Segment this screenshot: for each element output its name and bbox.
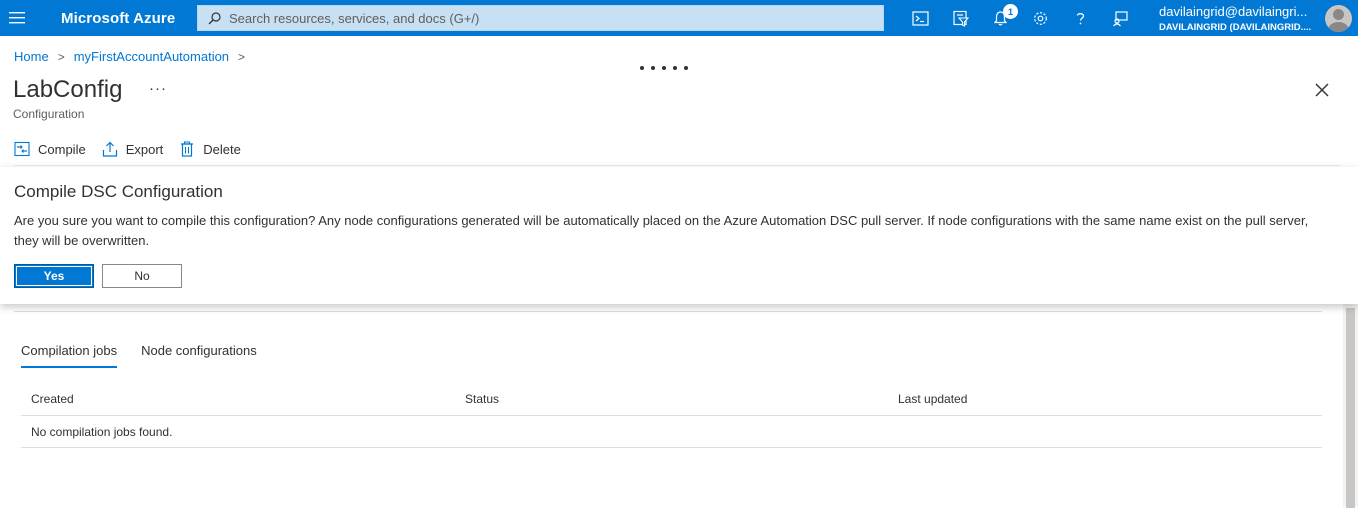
delete-button-label: Delete bbox=[203, 141, 241, 157]
command-bar: Compile Export Delete bbox=[14, 138, 257, 160]
table-header: Created Status Last updated bbox=[21, 390, 1322, 416]
notifications-icon[interactable]: 1 bbox=[980, 0, 1020, 36]
scrollbar-thumb[interactable] bbox=[1346, 308, 1355, 508]
avatar[interactable] bbox=[1325, 5, 1352, 32]
page-subtitle: Configuration bbox=[13, 107, 85, 121]
trash-icon bbox=[181, 141, 194, 157]
settings-icon[interactable] bbox=[1020, 0, 1060, 36]
feedback-icon[interactable] bbox=[1100, 0, 1140, 36]
search-icon bbox=[208, 11, 221, 24]
tab-node-configurations[interactable]: Node configurations bbox=[141, 343, 257, 368]
top-navigation-bar: Microsoft Azure 1 davilaingrid@davilaing… bbox=[0, 0, 1358, 36]
yes-button[interactable]: Yes bbox=[14, 264, 94, 288]
account-menu[interactable]: davilaingrid@davilaingri... DAVILAINGRID… bbox=[1159, 4, 1311, 35]
command-bar-divider bbox=[14, 165, 1340, 166]
compile-button-label: Compile bbox=[38, 141, 86, 157]
tab-list: Compilation jobs Node configurations bbox=[21, 343, 281, 368]
search-input[interactable] bbox=[229, 10, 849, 26]
account-tenant: DAVILAINGRID (DAVILAINGRID.... bbox=[1159, 22, 1312, 33]
column-header-status[interactable]: Status bbox=[465, 392, 499, 406]
no-button[interactable]: No bbox=[102, 264, 182, 288]
breadcrumb: Home > myFirstAccountAutomation > bbox=[14, 49, 254, 64]
delete-button[interactable]: Delete bbox=[179, 141, 241, 157]
section-divider bbox=[14, 311, 1322, 312]
help-icon[interactable] bbox=[1060, 0, 1100, 36]
chevron-right-icon: > bbox=[238, 49, 246, 64]
empty-table-message: No compilation jobs found. bbox=[31, 425, 173, 439]
page-title: LabConfig bbox=[13, 76, 123, 103]
compile-icon bbox=[14, 141, 30, 157]
menu-icon[interactable] bbox=[0, 0, 34, 36]
directory-filter-icon[interactable] bbox=[940, 0, 980, 36]
loading-indicator bbox=[640, 66, 688, 70]
tab-compilation-jobs[interactable]: Compilation jobs bbox=[21, 343, 118, 368]
export-button-label: Export bbox=[125, 141, 164, 157]
breadcrumb-automation-account-link[interactable]: myFirstAccountAutomation bbox=[74, 49, 229, 64]
dialog-title: Compile DSC Configuration bbox=[14, 182, 223, 201]
brand-link[interactable]: Microsoft Azure bbox=[61, 10, 175, 27]
account-email: davilaingrid@davilaingri... bbox=[1159, 4, 1308, 19]
export-button[interactable]: Export bbox=[102, 141, 164, 157]
export-icon bbox=[102, 141, 117, 157]
chevron-right-icon: > bbox=[57, 49, 65, 64]
table-row: No compilation jobs found. bbox=[21, 416, 1322, 448]
search-box[interactable] bbox=[197, 5, 884, 31]
vertical-scrollbar[interactable] bbox=[1343, 304, 1358, 508]
compile-button[interactable]: Compile bbox=[14, 141, 86, 157]
close-icon[interactable] bbox=[1313, 81, 1331, 99]
cloud-shell-icon[interactable] bbox=[900, 0, 940, 36]
breadcrumb-home-link[interactable]: Home bbox=[14, 49, 49, 64]
more-options-button[interactable]: ··· bbox=[149, 80, 167, 97]
column-header-created[interactable]: Created bbox=[31, 392, 74, 406]
notification-count-badge: 1 bbox=[1003, 4, 1018, 19]
compile-confirmation-dialog: Compile DSC Configuration Are you sure y… bbox=[0, 167, 1358, 304]
dialog-message: Are you sure you want to compile this co… bbox=[14, 213, 1309, 248]
column-header-last-updated[interactable]: Last updated bbox=[898, 392, 967, 406]
